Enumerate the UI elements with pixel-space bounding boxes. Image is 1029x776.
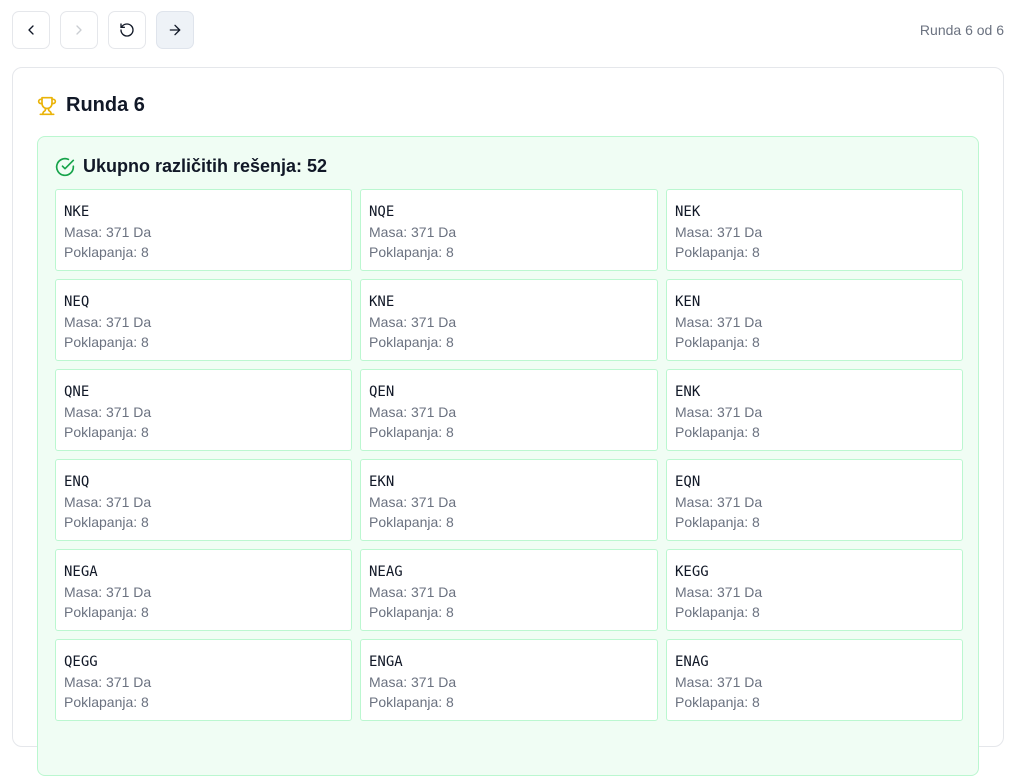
solution-card: KNE Masa: 371 Da Poklapanja: 8 [360, 279, 658, 361]
solution-sequence: ENAG [675, 654, 709, 670]
solution-card: ENAG Masa: 371 Da Poklapanja: 8 [666, 639, 963, 721]
solution-sequence: NEK [675, 204, 701, 220]
solution-sequence: KNE [369, 294, 395, 310]
solutions-summary: Ukupno različitih rešenja: 52 [83, 156, 328, 176]
solution-sequence: NEQ [64, 294, 90, 310]
round-counter: Runda 6 od 6 [919, 22, 1004, 38]
solution-card: NEK Masa: 371 Da Poklapanja: 8 [666, 189, 963, 271]
round-title: Runda 6 [66, 94, 145, 116]
solution-card: ENQ Masa: 371 Da Poklapanja: 8 [55, 459, 352, 541]
rotate-ccw-icon [120, 23, 134, 37]
solution-mass: Masa: 371 Da [64, 314, 152, 330]
solution-card: NEGA Masa: 371 Da Poklapanja: 8 [55, 549, 352, 631]
solution-card: NQE Masa: 371 Da Poklapanja: 8 [360, 189, 658, 271]
solution-sequence: QEN [369, 384, 395, 400]
solution-matches: Poklapanja: 8 [369, 244, 454, 260]
chevron-right-icon [76, 25, 82, 35]
solutions-grid: NKE Masa: 371 Da Poklapanja: 8 NQE Masa: 37… [55, 189, 963, 721]
solution-matches: Poklapanja: 8 [675, 694, 760, 710]
solution-sequence: EKN [369, 474, 395, 490]
solution-matches: Poklapanja: 8 [369, 334, 454, 350]
solution-sequence: ENK [675, 384, 701, 400]
toolbar: Runda 6 od 6 [12, 11, 1004, 51]
solution-card: QNE Masa: 371 Da Poklapanja: 8 [55, 369, 352, 451]
solution-card: NEAG Masa: 371 Da Poklapanja: 8 [360, 549, 658, 631]
solution-matches: Poklapanja: 8 [675, 424, 760, 440]
advance-button[interactable] [156, 11, 194, 49]
solution-card: ENGA Masa: 371 Da Poklapanja: 8 [360, 639, 658, 721]
solution-mass: Masa: 371 Da [675, 224, 763, 240]
next-round-button[interactable] [60, 11, 98, 49]
solution-matches: Poklapanja: 8 [675, 244, 760, 260]
solution-sequence: QEGG [64, 654, 98, 670]
reset-button[interactable] [108, 11, 146, 49]
trophy-icon [37, 96, 57, 116]
solution-sequence: KEGG [675, 564, 709, 580]
solution-mass: Masa: 371 Da [369, 494, 457, 510]
solution-sequence: NEGA [64, 564, 98, 580]
solution-mass: Masa: 371 Da [64, 494, 152, 510]
solution-sequence: NQE [369, 204, 395, 220]
solution-mass: Masa: 371 Da [64, 404, 152, 420]
solution-mass: Masa: 371 Da [64, 224, 152, 240]
solution-sequence: NKE [64, 204, 90, 220]
solution-sequence: KEN [675, 294, 701, 310]
solution-card: QEN Masa: 371 Da Poklapanja: 8 [360, 369, 658, 451]
solution-sequence: EQN [675, 474, 701, 490]
solution-matches: Poklapanja: 8 [64, 514, 149, 530]
solutions-summary-row: Ukupno različitih rešenja: 52 [55, 156, 327, 177]
solution-mass: Masa: 371 Da [675, 404, 763, 420]
solution-mass: Masa: 371 Da [675, 314, 763, 330]
arrow-right-icon [169, 24, 181, 36]
solution-card: QEGG Masa: 371 Da Poklapanja: 8 [55, 639, 352, 721]
previous-round-button[interactable] [12, 11, 50, 49]
solution-card: EQN Masa: 371 Da Poklapanja: 8 [666, 459, 963, 541]
solution-matches: Poklapanja: 8 [369, 694, 454, 710]
solution-mass: Masa: 371 Da [369, 584, 457, 600]
check-circle-icon [55, 157, 75, 177]
solution-sequence: QNE [64, 384, 90, 400]
solution-matches: Poklapanja: 8 [64, 604, 149, 620]
solution-matches: Poklapanja: 8 [64, 694, 149, 710]
solution-card: NKE Masa: 371 Da Poklapanja: 8 [55, 189, 352, 271]
solution-sequence: NEAG [369, 564, 403, 580]
chevron-left-icon [28, 25, 34, 35]
solution-matches: Poklapanja: 8 [675, 604, 760, 620]
solution-mass: Masa: 371 Da [369, 674, 457, 690]
solution-mass: Masa: 371 Da [369, 404, 457, 420]
solution-card: KEGG Masa: 371 Da Poklapanja: 8 [666, 549, 963, 631]
solution-card: KEN Masa: 371 Da Poklapanja: 8 [666, 279, 963, 361]
solution-mass: Masa: 371 Da [369, 314, 457, 330]
solution-sequence: ENQ [64, 474, 90, 490]
solution-matches: Poklapanja: 8 [675, 514, 760, 530]
solution-sequence: ENGA [369, 654, 403, 670]
solutions-panel: Ukupno različitih rešenja: 52 NKE Masa: 3… [37, 136, 979, 776]
round-card: Runda 6 Ukupno različitih rešenja: 52 NK… [12, 67, 1004, 776]
solution-matches: Poklapanja: 8 [369, 514, 454, 530]
solution-mass: Masa: 371 Da [675, 584, 763, 600]
solution-mass: Masa: 371 Da [64, 674, 152, 690]
solution-mass: Masa: 371 Da [675, 674, 763, 690]
solution-mass: Masa: 371 Da [64, 584, 152, 600]
round-title-row: Runda 6 [37, 94, 145, 117]
solution-matches: Poklapanja: 8 [64, 244, 149, 260]
solution-mass: Masa: 371 Da [675, 494, 763, 510]
solution-matches: Poklapanja: 8 [369, 424, 454, 440]
solution-matches: Poklapanja: 8 [64, 334, 149, 350]
solution-matches: Poklapanja: 8 [675, 334, 760, 350]
solution-card: EKN Masa: 371 Da Poklapanja: 8 [360, 459, 658, 541]
solution-matches: Poklapanja: 8 [369, 604, 454, 620]
solution-card: ENK Masa: 371 Da Poklapanja: 8 [666, 369, 963, 451]
solution-matches: Poklapanja: 8 [64, 424, 149, 440]
solution-card: NEQ Masa: 371 Da Poklapanja: 8 [55, 279, 352, 361]
solution-mass: Masa: 371 Da [369, 224, 457, 240]
